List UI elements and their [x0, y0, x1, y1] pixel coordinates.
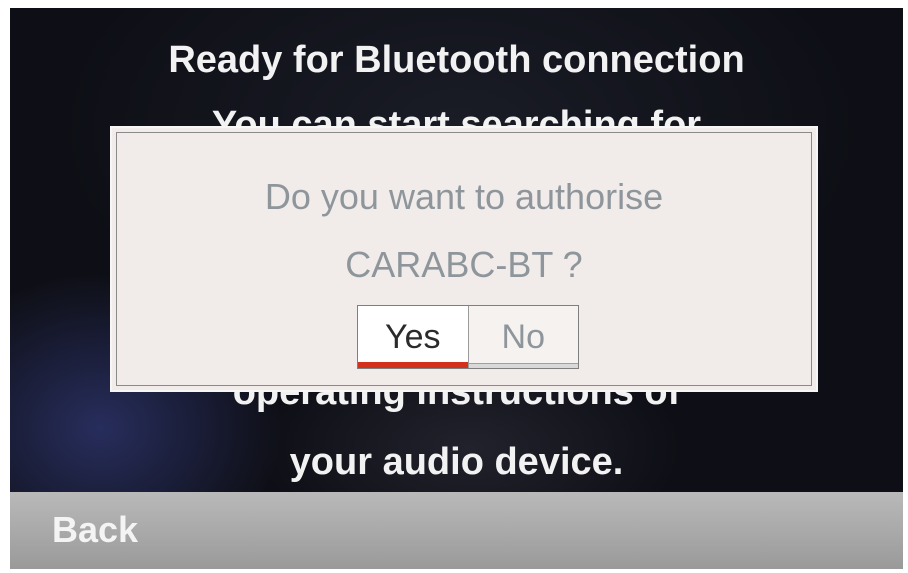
- dialog-frame: Do you want to authorise CARABC-BT ? Yes…: [116, 132, 812, 386]
- instruction-line-4: your audio device.: [289, 441, 624, 483]
- no-button[interactable]: No: [468, 306, 579, 368]
- yes-button[interactable]: Yes: [358, 306, 469, 368]
- dialog-device-name: CARABC-BT ?: [345, 244, 583, 285]
- back-button[interactable]: Back: [52, 510, 138, 550]
- dialog-button-group: Yes No: [357, 305, 579, 369]
- authorise-dialog: Do you want to authorise CARABC-BT ? Yes…: [110, 126, 818, 392]
- screen-title: Ready for Bluetooth connection: [168, 39, 745, 81]
- dialog-question-line-1: Do you want to authorise: [264, 176, 664, 217]
- footer-bar: Back: [10, 492, 903, 569]
- head-unit-screen: Ready for Bluetooth connection You can s…: [10, 8, 903, 569]
